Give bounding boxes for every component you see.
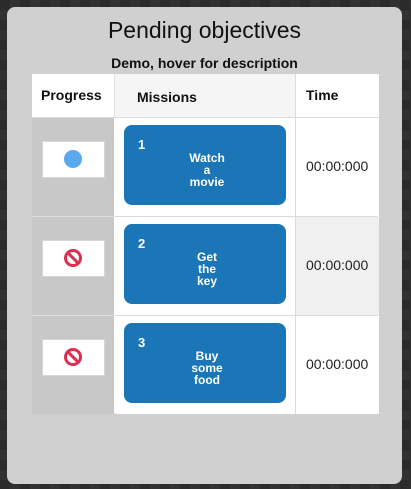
header-time: Time: [295, 74, 379, 117]
time-cell: 00:00:000: [295, 118, 379, 217]
header-missions-label: Missions: [137, 89, 197, 105]
time-value: 00:00:000: [306, 158, 369, 174]
time-cell: 00:00:000: [295, 316, 379, 414]
mission-button[interactable]: 1 Watch a movie: [124, 125, 286, 205]
mission-button[interactable]: 2 Get the key: [124, 224, 286, 304]
time-value: 00:00:000: [306, 257, 369, 273]
table-row: 2 Get the key 00:00:000: [32, 216, 379, 316]
table-row: 3 Buy some food 00:00:000: [32, 315, 379, 414]
mission-button[interactable]: 3 Buy some food: [124, 323, 286, 403]
mission-number: 2: [138, 236, 146, 251]
mission-name: Watch a movie: [189, 151, 225, 189]
header-progress: Progress: [32, 74, 115, 117]
status-box: [42, 141, 105, 178]
blocked-icon: [64, 348, 82, 366]
progress-cell: [32, 316, 114, 414]
mission-name: Buy some food: [191, 349, 223, 387]
objectives-panel: Pending objectives Demo, hover for descr…: [7, 7, 402, 484]
header-missions: Missions: [115, 74, 295, 117]
mission-cell: 1 Watch a movie: [115, 118, 295, 217]
mission-name: Get the key: [196, 250, 218, 288]
time-cell: 00:00:000: [295, 217, 379, 316]
mission-cell: 2 Get the key: [115, 217, 295, 316]
in-progress-dot-icon: [64, 150, 82, 168]
panel-title: Pending objectives: [107, 17, 302, 43]
mission-number: 1: [138, 137, 146, 152]
header-time-label: Time: [306, 87, 339, 103]
progress-cell: [32, 118, 114, 217]
header-progress-label: Progress: [41, 87, 102, 103]
status-box: [42, 339, 105, 376]
table-row: 1 Watch a movie 00:00:000: [32, 117, 379, 217]
mission-cell: 3 Buy some food: [115, 316, 295, 414]
status-box: [42, 240, 105, 277]
panel-subtitle: Demo, hover for description: [111, 55, 298, 71]
blocked-icon: [64, 249, 82, 267]
mission-number: 3: [138, 335, 146, 350]
progress-cell: [32, 217, 114, 316]
time-value: 00:00:000: [306, 356, 369, 372]
objectives-table: Progress Missions Time 1 Watch a movie 0…: [32, 74, 379, 414]
